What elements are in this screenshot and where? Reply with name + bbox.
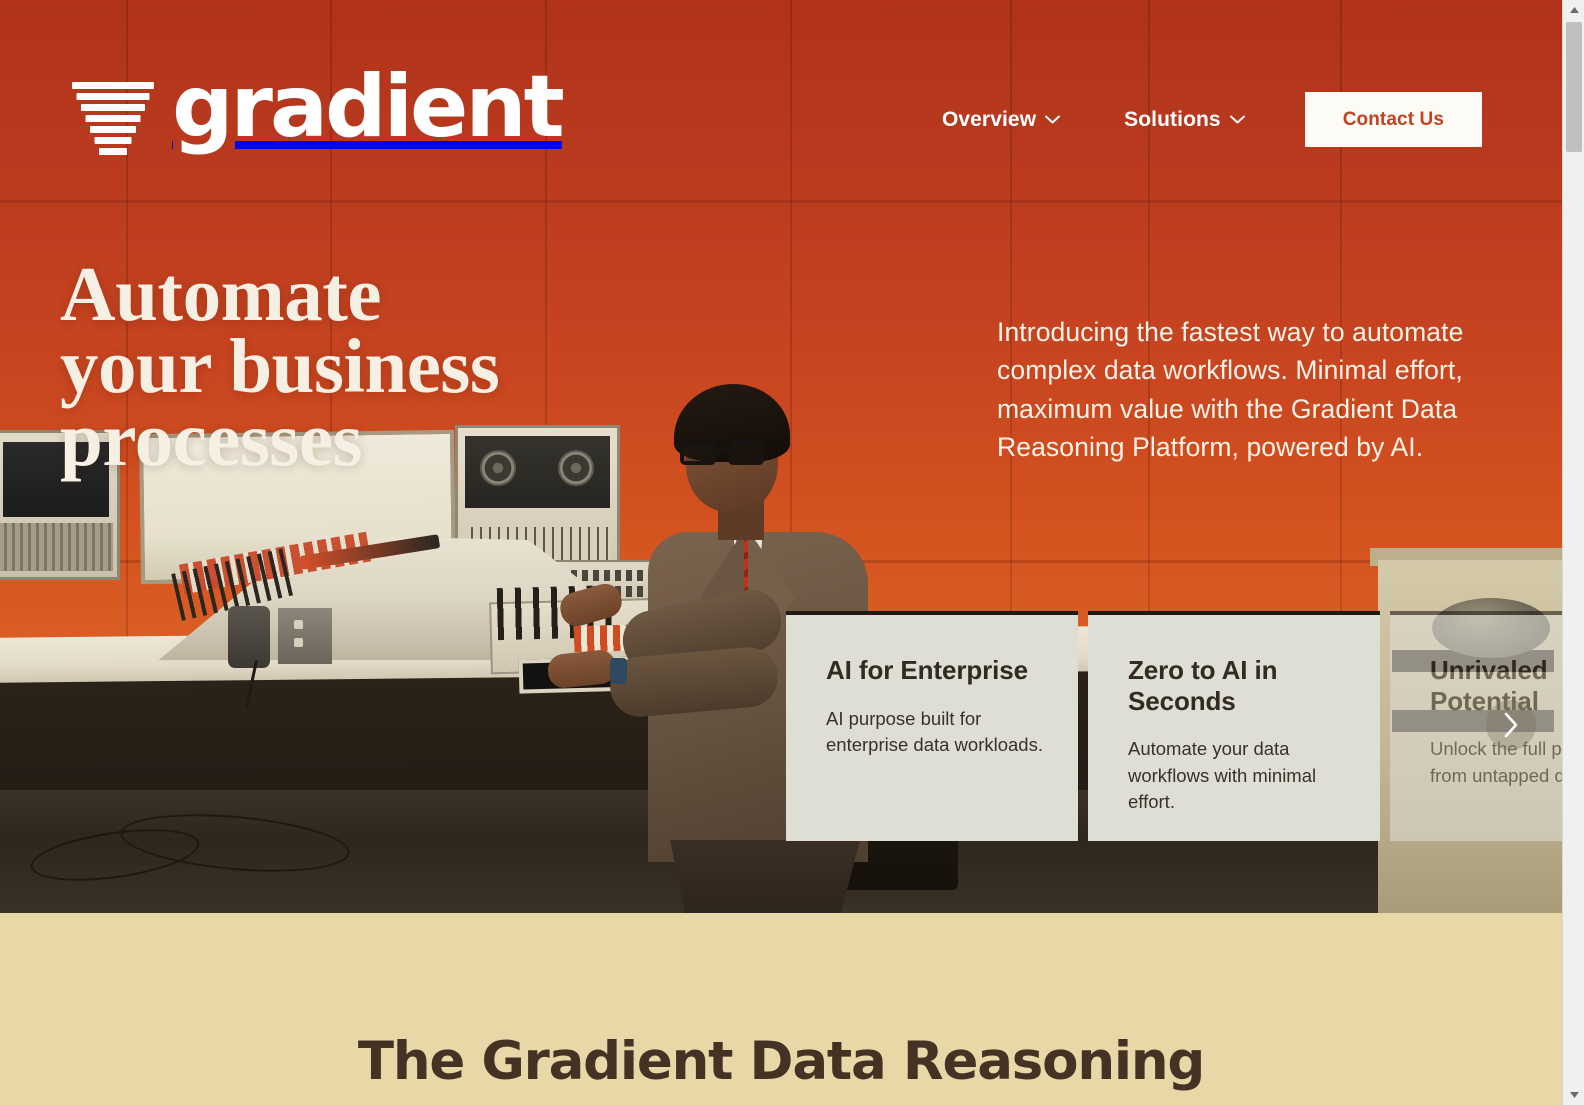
hero-headline-line-1: Automate bbox=[60, 251, 382, 337]
main-navigation: Overview Solutions Contact Us bbox=[910, 92, 1482, 147]
brand-name: gradient bbox=[172, 57, 565, 158]
scrollbar-thumb[interactable] bbox=[1566, 22, 1582, 152]
chevron-down-icon bbox=[1229, 115, 1245, 124]
feature-card-carousel: AI for Enterprise AI purpose built for e… bbox=[786, 611, 1562, 841]
nav-item-solutions-label: Solutions bbox=[1124, 107, 1221, 131]
feature-card-title: AI for Enterprise bbox=[826, 655, 1029, 685]
legs bbox=[670, 840, 860, 913]
hero-headline-line-3: processes bbox=[60, 395, 363, 482]
data-reasoning-section: The Gradient Data Reasoning bbox=[0, 913, 1562, 1105]
scroll-up-arrow-icon[interactable] bbox=[1563, 0, 1584, 20]
nav-item-overview[interactable]: Overview bbox=[910, 108, 1092, 132]
nav-item-solutions[interactable]: Solutions bbox=[1092, 108, 1277, 132]
feature-card[interactable]: Unrivaled Potential Unlock the full pote… bbox=[1390, 611, 1562, 841]
browser-scrollbar[interactable] bbox=[1562, 0, 1584, 1105]
feature-card[interactable]: AI for Enterprise AI purpose built for e… bbox=[786, 611, 1078, 841]
chevron-down-icon bbox=[1045, 115, 1061, 124]
feature-card-body: Automate your data workflows with minima… bbox=[1128, 738, 1317, 812]
feature-card-body: AI purpose built for enterprise data wor… bbox=[826, 707, 1043, 755]
carousel-next-button[interactable] bbox=[1486, 700, 1536, 750]
brand-logo[interactable]: gradient bbox=[72, 57, 565, 158]
eyeglasses bbox=[680, 440, 766, 465]
wristwatch bbox=[610, 658, 627, 684]
chevron-right-icon bbox=[1503, 712, 1520, 738]
feature-card-title: Zero to AI in Seconds bbox=[1128, 655, 1278, 716]
page-viewport: Automate your business processes Introdu… bbox=[0, 0, 1562, 1105]
hero-headline-line-2: your business bbox=[60, 323, 500, 410]
hero-headline: Automate your business processes bbox=[60, 251, 620, 482]
wall-outlet bbox=[278, 608, 332, 664]
scroll-down-arrow-icon[interactable] bbox=[1563, 1085, 1584, 1105]
contact-us-button[interactable]: Contact Us bbox=[1304, 92, 1482, 147]
hero-subtext: Introducing the fastest way to automate … bbox=[997, 317, 1464, 463]
section-heading: The Gradient Data Reasoning bbox=[357, 1031, 1205, 1092]
desk-microphone bbox=[228, 606, 270, 668]
funnel-stripes-logo-icon bbox=[72, 64, 154, 155]
feature-card[interactable]: Zero to AI in Seconds Automate your data… bbox=[1088, 611, 1380, 841]
nav-item-overview-label: Overview bbox=[941, 107, 1037, 131]
hero-section: Automate your business processes Introdu… bbox=[0, 0, 1562, 913]
